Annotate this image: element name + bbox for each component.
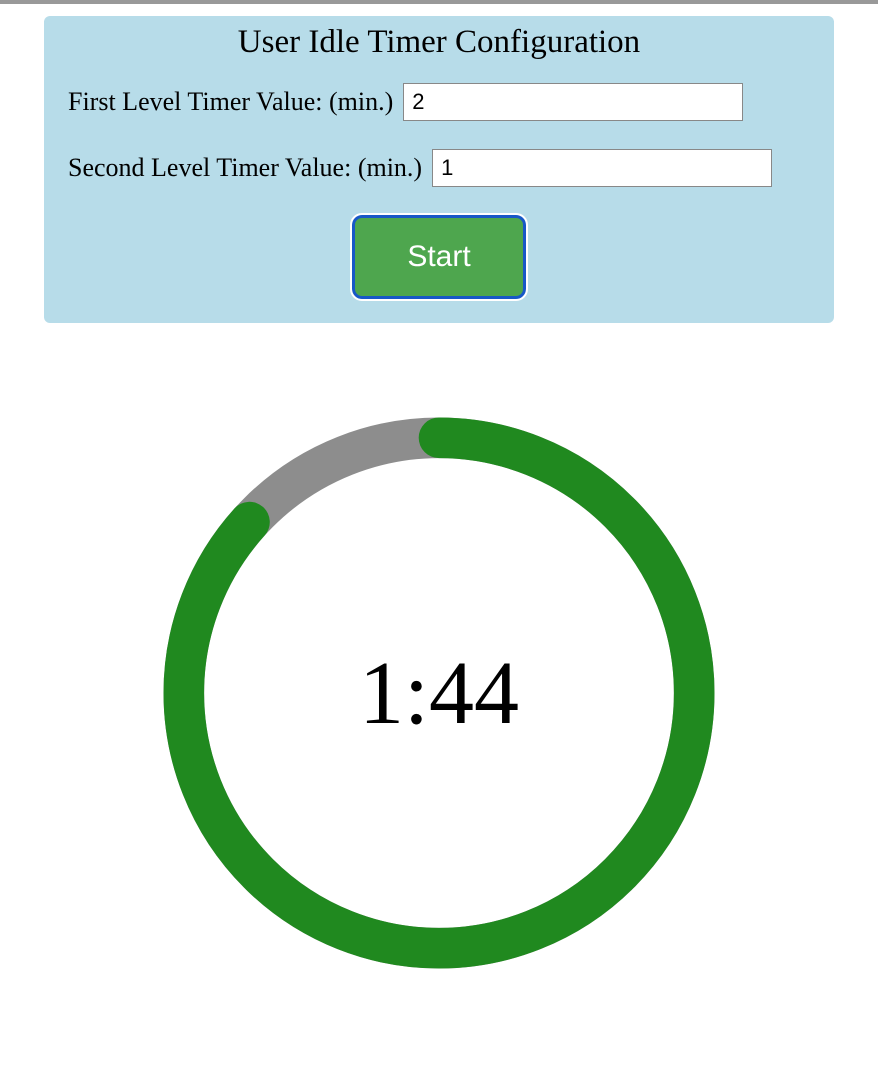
time-display: 1:44 [149,403,729,983]
timer-area: 1:44 [44,403,834,983]
first-level-row: First Level Timer Value: (min.) [68,83,810,121]
panel-title: User Idle Timer Configuration [68,24,810,61]
countdown-ring: 1:44 [149,403,729,983]
second-level-row: Second Level Timer Value: (min.) [68,149,810,187]
second-level-label: Second Level Timer Value: (min.) [68,153,422,183]
first-level-input[interactable] [403,83,743,121]
second-level-input[interactable] [432,149,772,187]
start-button[interactable]: Start [352,215,525,299]
config-panel: User Idle Timer Configuration First Leve… [44,16,834,323]
first-level-label: First Level Timer Value: (min.) [68,87,393,117]
